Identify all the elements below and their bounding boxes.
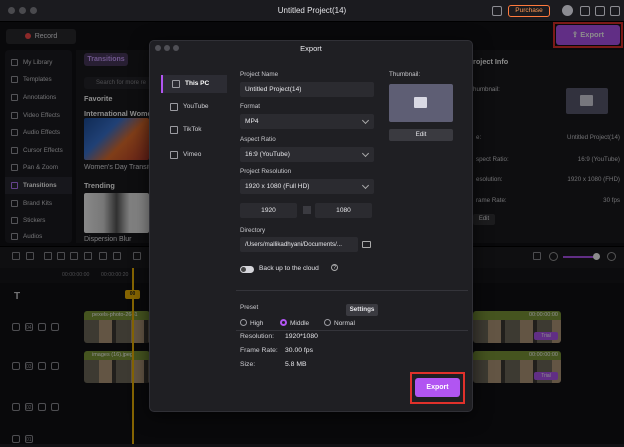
thumbnail-label: Thumbnail: xyxy=(389,71,421,78)
radio-selected-icon xyxy=(280,319,287,326)
aspect-value: 16:9 (YouTube) xyxy=(245,151,290,158)
edit-pen-icon xyxy=(414,97,427,108)
divider xyxy=(236,290,468,291)
tab-tiktok[interactable]: TikTok xyxy=(161,121,227,139)
aspect-ratio-label: Aspect Ratio xyxy=(240,136,276,143)
minimize-window-icon[interactable] xyxy=(595,6,605,16)
thumbnail-edit-button[interactable]: Edit xyxy=(389,129,453,141)
resolution-value: 1920 x 1080 (Full HD) xyxy=(245,183,310,190)
summary-size-label: Size: xyxy=(240,361,256,368)
aspect-ratio-select[interactable]: 16:9 (YouTube) xyxy=(240,147,374,162)
purchase-button[interactable]: Purchase xyxy=(508,5,550,17)
tiktok-icon xyxy=(170,126,178,134)
summary-size-value: 5.8 MB xyxy=(285,361,307,368)
project-name-label: Project Name xyxy=(240,71,279,78)
preset-normal[interactable]: Normal xyxy=(324,319,355,327)
export-thumbnail xyxy=(389,84,453,122)
project-name-input[interactable]: Untitled Project(14) xyxy=(240,82,374,97)
avatar[interactable] xyxy=(562,5,573,16)
settings-button[interactable]: Settings xyxy=(346,304,378,316)
tab-vimeo[interactable]: Vimeo xyxy=(161,146,227,164)
resolution-select[interactable]: 1920 x 1080 (Full HD) xyxy=(240,179,374,194)
backup-cloud-label: Back up to the cloud xyxy=(259,265,319,272)
preset-high[interactable]: High xyxy=(240,319,263,327)
tab-label: Vimeo xyxy=(183,151,202,158)
backup-cloud-toggle[interactable] xyxy=(240,266,254,273)
summary-resolution-label: Resolution: xyxy=(240,333,275,340)
radio-icon xyxy=(240,319,247,326)
tab-label: This PC xyxy=(185,80,210,87)
youtube-icon xyxy=(170,103,178,111)
summary-resolution-value: 1920*1080 xyxy=(285,333,318,340)
vimeo-icon xyxy=(170,151,178,159)
monitor-icon xyxy=(172,80,180,88)
link-ratio-icon[interactable] xyxy=(303,206,311,214)
format-label: Format xyxy=(240,103,260,110)
feedback-icon[interactable] xyxy=(492,6,502,16)
dialog-title: Export xyxy=(300,44,322,53)
preset-label: Preset xyxy=(240,304,259,311)
chevron-down-icon xyxy=(361,149,370,158)
chevron-down-icon xyxy=(361,181,370,190)
folder-icon[interactable] xyxy=(362,241,371,248)
format-value: MP4 xyxy=(245,118,259,125)
preset-middle[interactable]: Middle xyxy=(280,319,309,327)
tab-youtube[interactable]: YouTube xyxy=(161,98,227,116)
radio-icon xyxy=(324,319,331,326)
summary-framerate-label: Frame Rate: xyxy=(240,347,278,354)
close-window-icon[interactable] xyxy=(610,6,620,16)
directory-input[interactable]: /Users/mallikadhyani/Documents/... xyxy=(240,237,358,252)
height-input[interactable]: 1080 xyxy=(315,203,372,218)
format-select[interactable]: MP4 xyxy=(240,114,374,129)
divider xyxy=(236,330,468,331)
settings-icon[interactable] xyxy=(580,6,590,16)
tab-this-pc[interactable]: This PC xyxy=(161,75,227,93)
export-button[interactable]: Export xyxy=(415,378,460,397)
tab-label: YouTube xyxy=(183,103,209,110)
preset-label-text: Middle xyxy=(290,320,310,327)
preset-label-text: Normal xyxy=(334,320,355,327)
resolution-label: Project Resolution xyxy=(240,168,292,175)
preset-label-text: High xyxy=(250,320,264,327)
summary-framerate-value: 30.00 fps xyxy=(285,347,313,354)
tab-label: TikTok xyxy=(183,126,202,133)
width-input[interactable]: 1920 xyxy=(240,203,297,218)
directory-label: Directory xyxy=(240,227,266,234)
chevron-down-icon xyxy=(361,116,370,125)
info-icon[interactable]: ? xyxy=(331,264,338,271)
